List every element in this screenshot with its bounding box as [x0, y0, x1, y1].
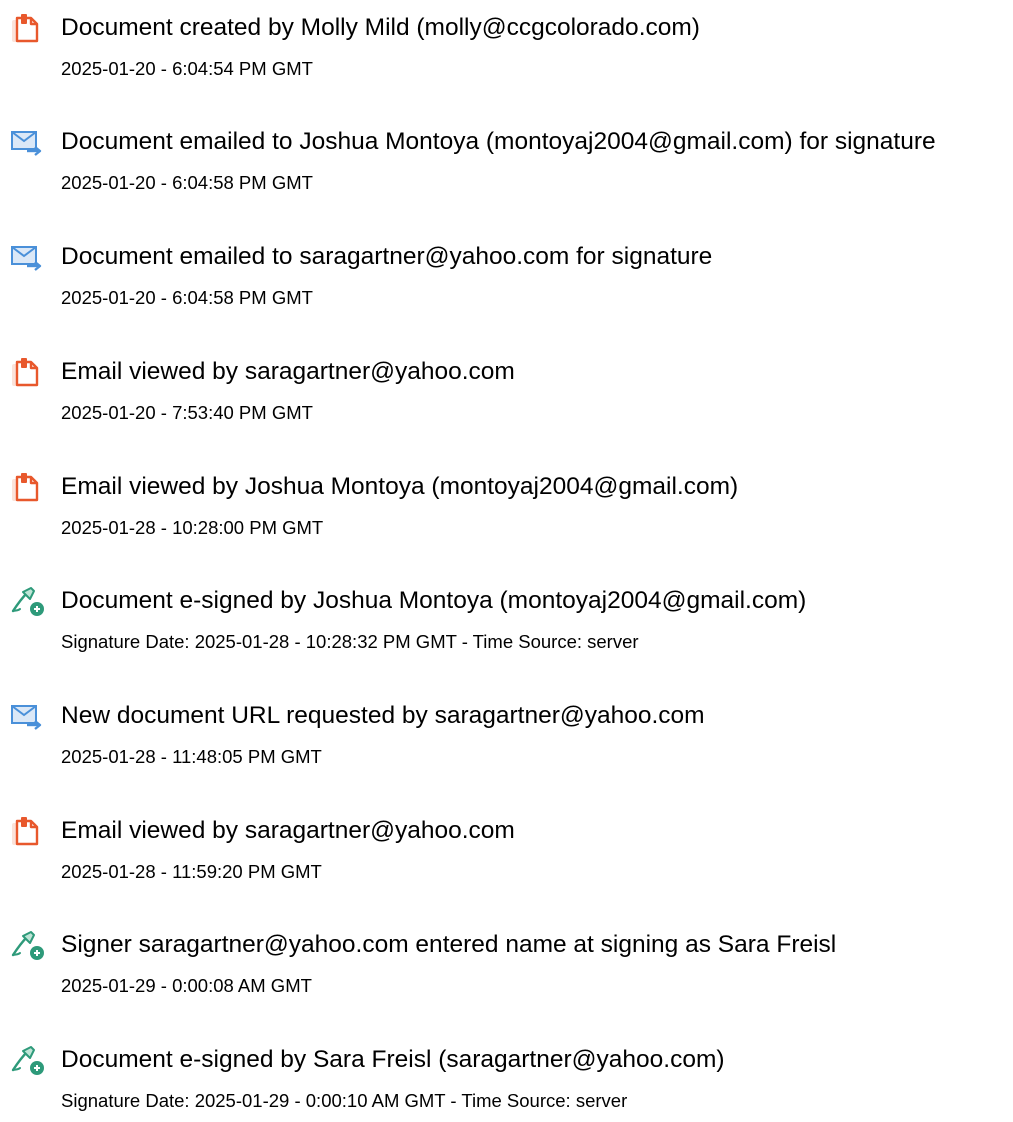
event-timestamp: 2025-01-20 - 7:53:40 PM GMT — [61, 402, 313, 423]
event-signature-detail: Signature Date: 2025-01-29 - 0:00:10 AM … — [61, 1090, 628, 1111]
event-title: Document e-signed by Joshua Montoya (mon… — [61, 587, 807, 614]
history-event: Email viewed by saragartner@yahoo.com 20… — [0, 803, 1013, 893]
event-timestamp: 2025-01-29 - 0:00:08 AM GMT — [61, 975, 312, 996]
event-timestamp: 2025-01-20 - 6:04:58 PM GMT — [61, 287, 313, 308]
event-title: Email viewed by saragartner@yahoo.com — [61, 817, 515, 844]
signature-pen-icon — [10, 929, 46, 961]
document-icon — [10, 815, 46, 847]
history-event: Document emailed to saragartner@yahoo.co… — [0, 229, 1013, 319]
event-title: Document emailed to saragartner@yahoo.co… — [61, 243, 713, 270]
email-icon — [10, 126, 46, 158]
event-title: Email viewed by Joshua Montoya (montoyaj… — [61, 473, 739, 500]
signature-pen-icon — [10, 585, 46, 617]
history-event: Email viewed by saragartner@yahoo.com 20… — [0, 344, 1013, 434]
event-title: Document created by Molly Mild (molly@cc… — [61, 14, 700, 41]
event-timestamp: 2025-01-28 - 10:28:00 PM GMT — [61, 517, 324, 538]
history-event: Signer saragartner@yahoo.com entered nam… — [0, 917, 1013, 1007]
event-title: Document e-signed by Sara Freisl (saraga… — [61, 1046, 725, 1073]
history-event: Email viewed by Joshua Montoya (montoyaj… — [0, 459, 1013, 549]
signature-pen-icon — [10, 1044, 46, 1076]
history-event: Document e-signed by Sara Freisl (saraga… — [0, 1032, 1013, 1122]
event-title: Email viewed by saragartner@yahoo.com — [61, 358, 515, 385]
event-title: Document emailed to Joshua Montoya (mont… — [61, 128, 936, 155]
history-event: Document created by Molly Mild (molly@cc… — [0, 0, 1013, 90]
email-icon — [10, 241, 46, 273]
history-event: Document emailed to Joshua Montoya (mont… — [0, 114, 1013, 204]
event-timestamp: 2025-01-20 - 6:04:58 PM GMT — [61, 172, 313, 193]
event-signature-detail: Signature Date: 2025-01-28 - 10:28:32 PM… — [61, 631, 639, 652]
email-icon — [10, 700, 46, 732]
document-icon — [10, 471, 46, 503]
document-icon — [10, 356, 46, 388]
event-timestamp: 2025-01-28 - 11:59:20 PM GMT — [61, 861, 322, 882]
event-timestamp: 2025-01-20 - 6:04:54 PM GMT — [61, 58, 313, 79]
history-event: New document URL requested by saragartne… — [0, 688, 1013, 778]
history-event: Document e-signed by Joshua Montoya (mon… — [0, 573, 1013, 663]
event-title: New document URL requested by saragartne… — [61, 702, 705, 729]
event-timestamp: 2025-01-28 - 11:48:05 PM GMT — [61, 746, 322, 767]
document-icon — [10, 12, 46, 44]
event-title: Signer saragartner@yahoo.com entered nam… — [61, 931, 837, 958]
